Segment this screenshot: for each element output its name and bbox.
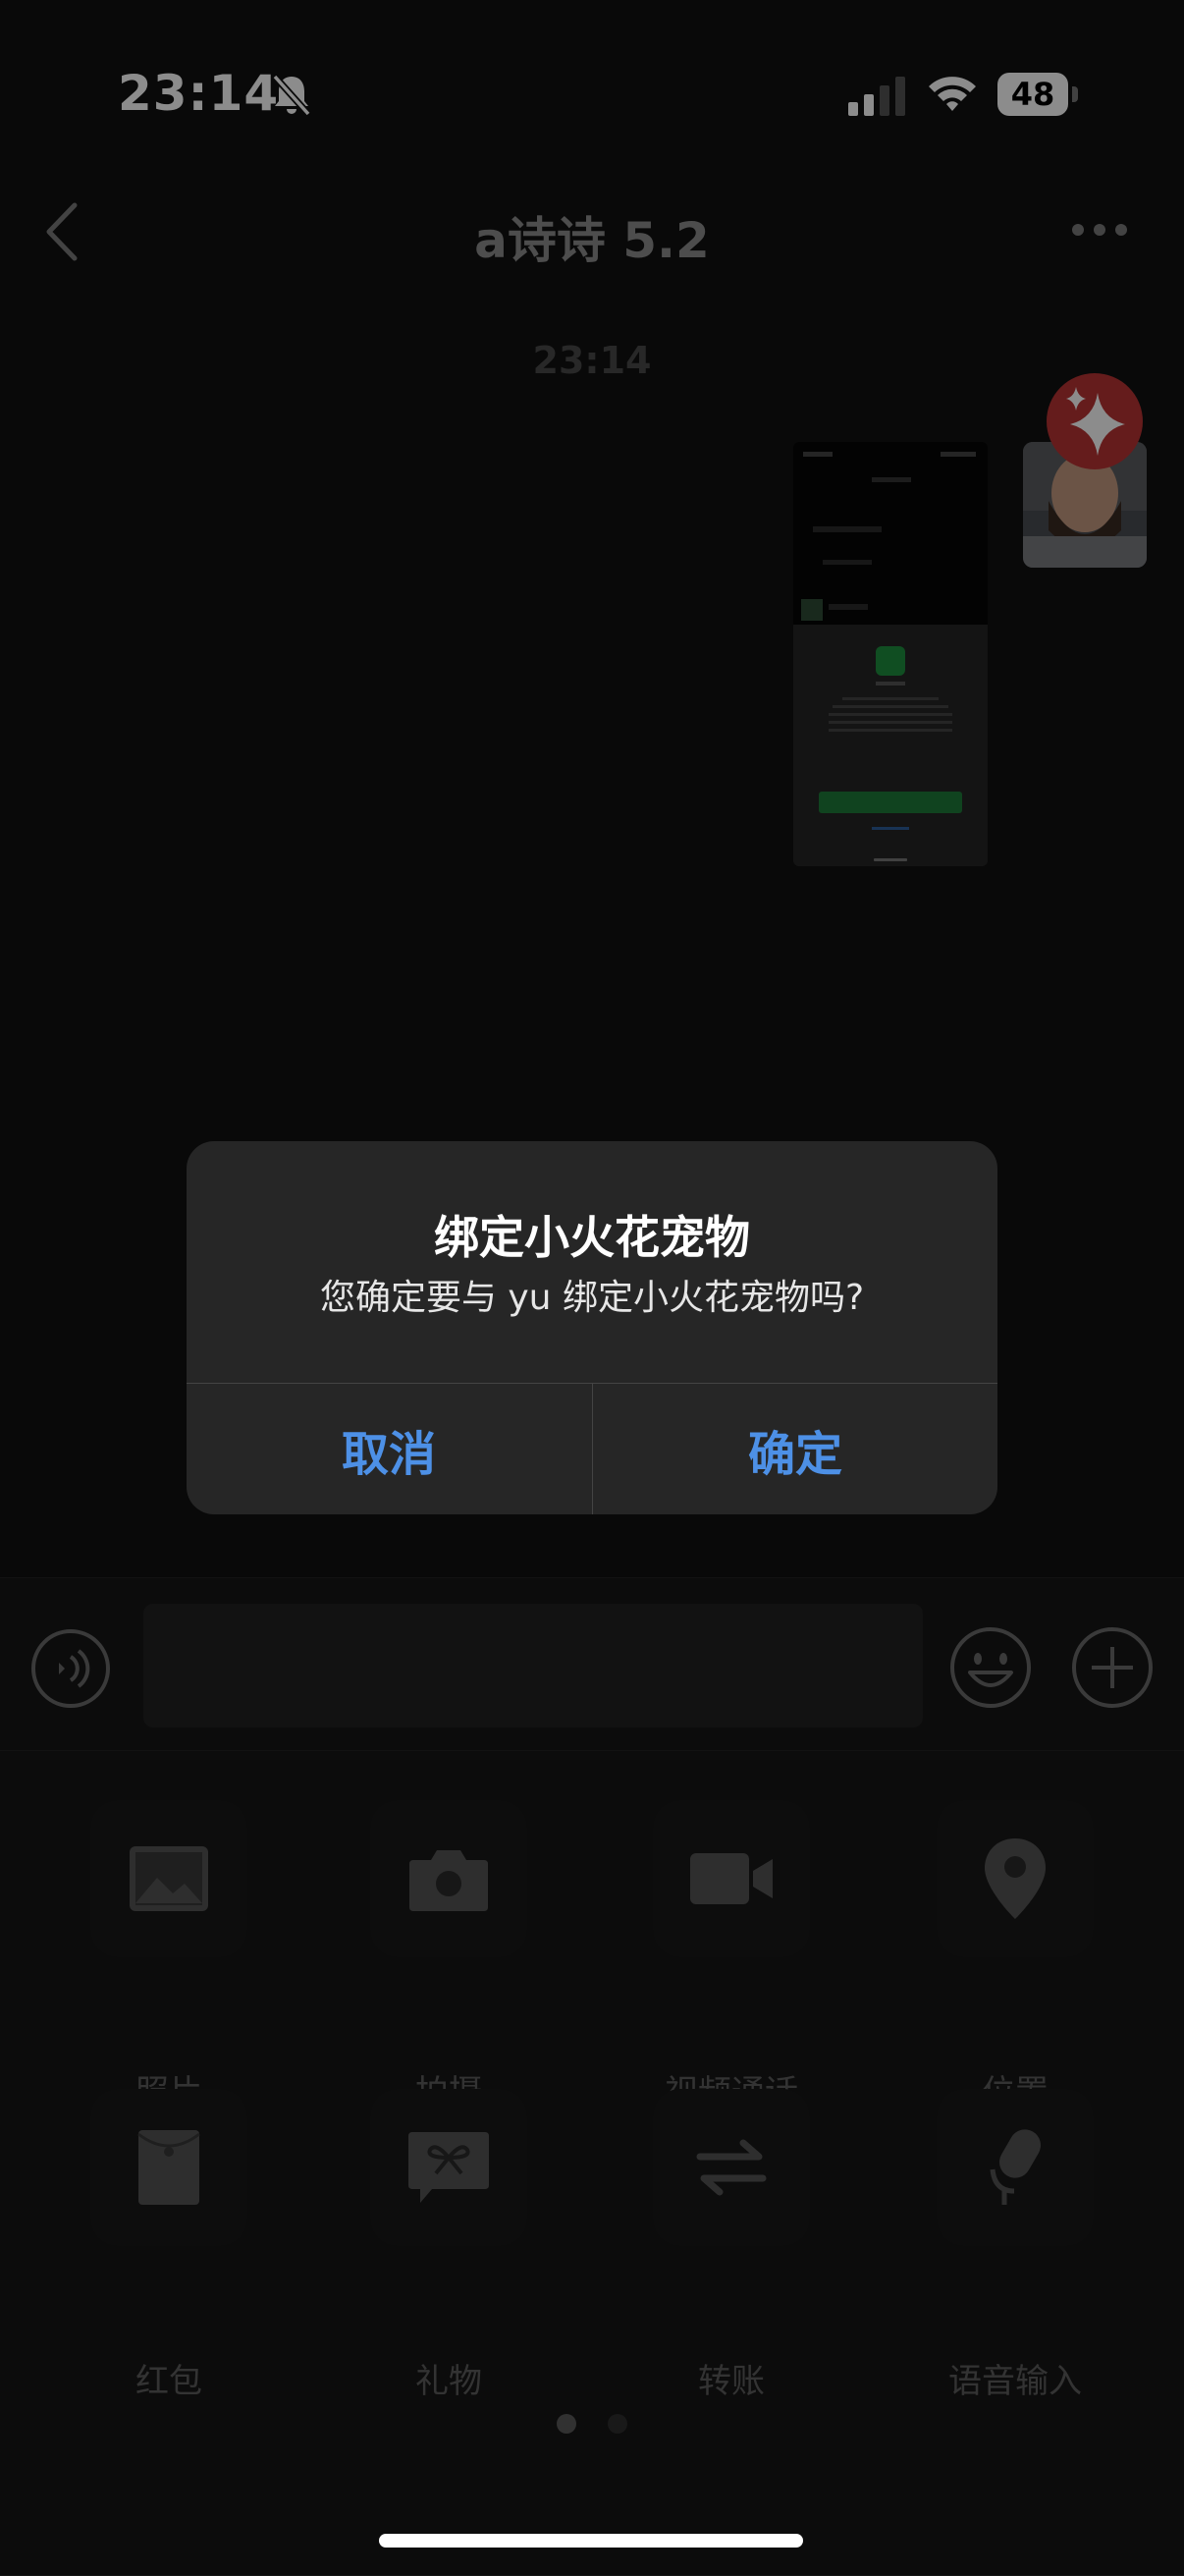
dialog-title: 绑定小火花宠物	[434, 1211, 750, 1264]
home-indicator[interactable]	[379, 2534, 803, 2548]
dialog-message: 您确定要与 yu 绑定小火花宠物吗?	[319, 1278, 865, 1318]
cancel-button[interactable]: 取消	[187, 1384, 591, 1514]
bind-pet-dialog: 绑定小火花宠物 您确定要与 yu 绑定小火花宠物吗? 取消 确定	[187, 1141, 997, 1514]
confirm-button[interactable]: 确定	[593, 1384, 997, 1514]
